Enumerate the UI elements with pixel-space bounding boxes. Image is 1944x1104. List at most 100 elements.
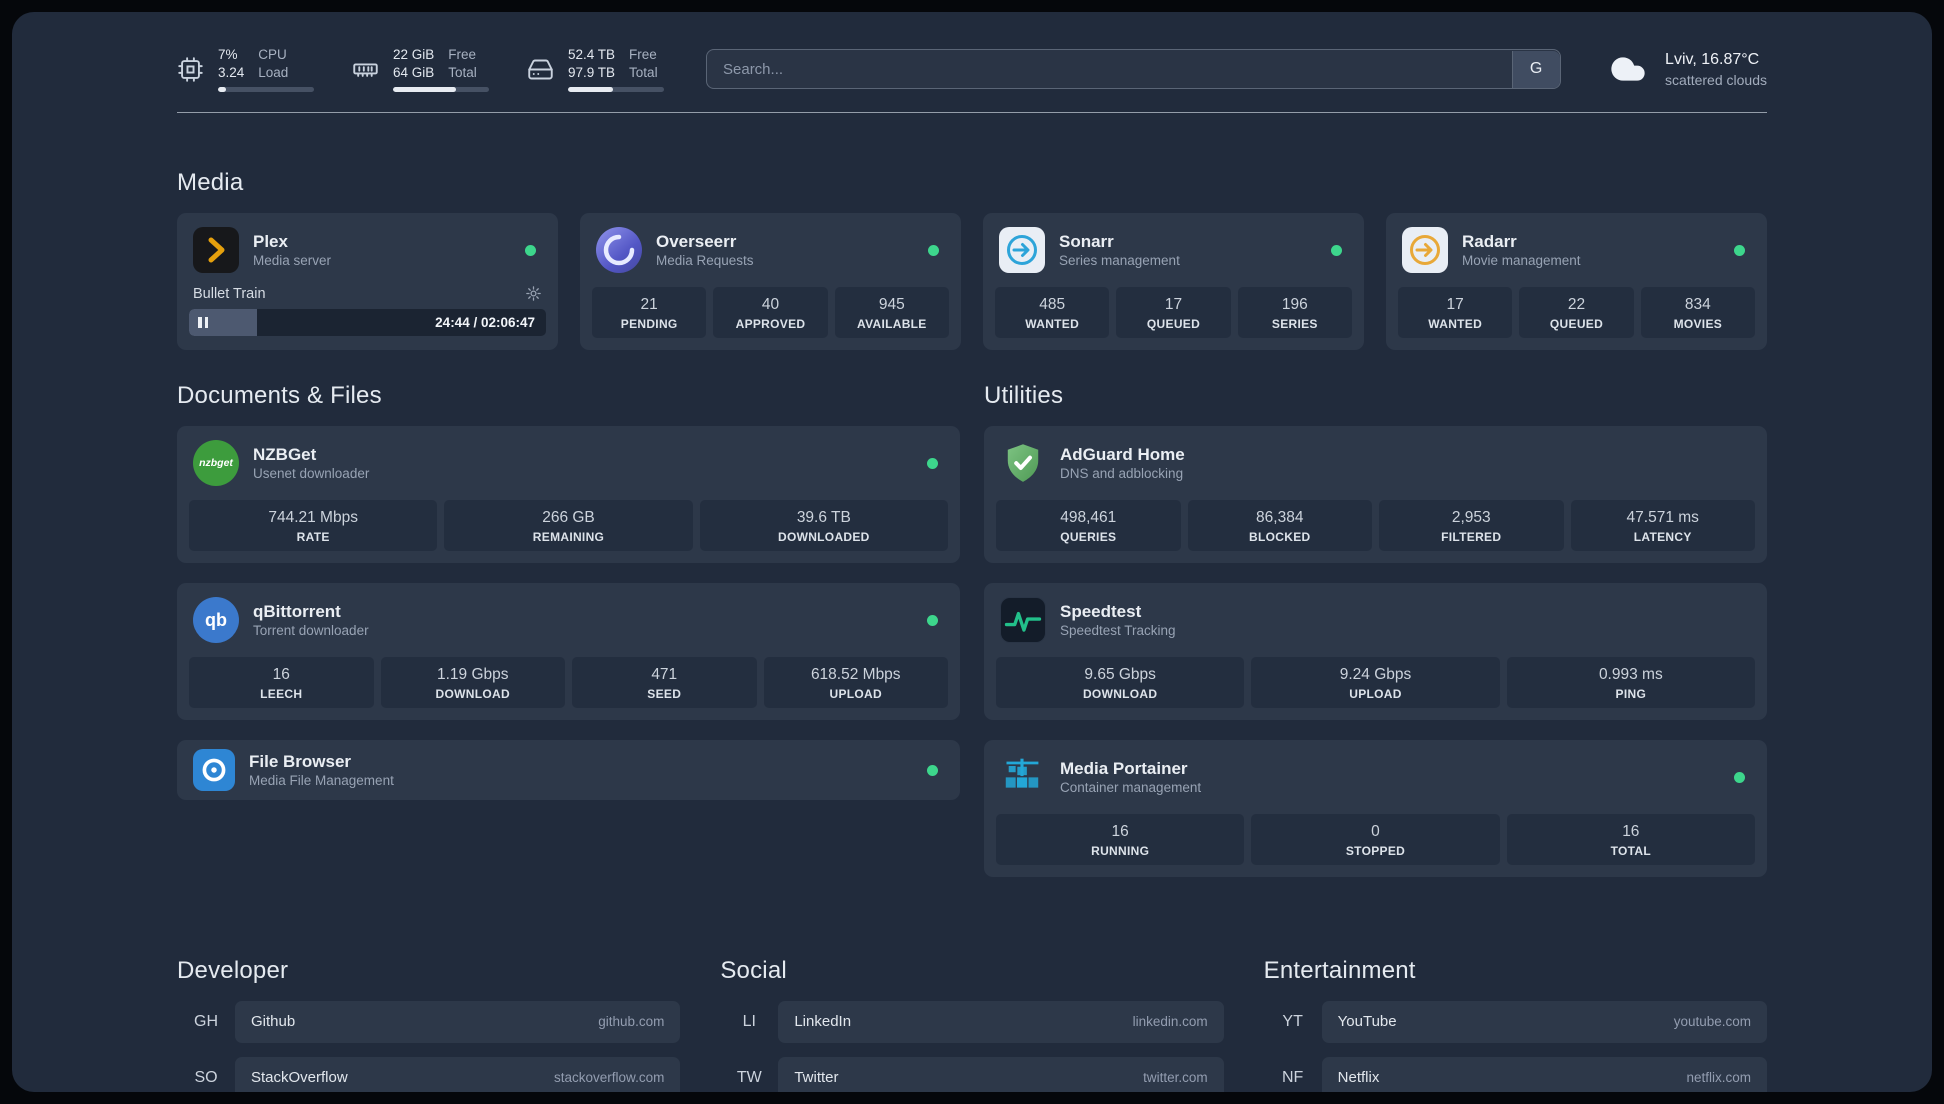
status-dot bbox=[928, 244, 939, 256]
bookmark-name: LinkedIn bbox=[794, 1013, 852, 1031]
service-title[interactable]: Sonarr bbox=[1059, 231, 1317, 252]
service-title[interactable]: File Browser bbox=[249, 751, 913, 772]
memory-progress-bar bbox=[393, 87, 489, 93]
topbar: 7% 3.24 CPU Load 22 GiB 64 GiB Free Tota… bbox=[177, 46, 1767, 93]
bookmark-columns: Developer GH Github github.com SO StackO… bbox=[177, 957, 1767, 1092]
stat-tile: 39.6 TB DOWNLOADED bbox=[699, 500, 948, 552]
bookmark-pill: Netflix netflix.com bbox=[1321, 1056, 1767, 1092]
hard-drive-icon bbox=[528, 59, 553, 80]
playback-progress-bar[interactable]: 24:44 / 02:06:47 bbox=[189, 309, 546, 337]
card-radarr[interactable]: Radarr Movie management 17 WANTED 22 QUE… bbox=[1386, 213, 1767, 351]
bookmark-netflix[interactable]: NF Netflix netflix.com bbox=[1264, 1056, 1767, 1092]
stat-tile: 16 TOTAL bbox=[1506, 814, 1755, 865]
bookmark-stackoverflow[interactable]: SO StackOverflow stackoverflow.com bbox=[177, 1056, 681, 1092]
service-title[interactable]: NZBGet bbox=[253, 444, 913, 465]
stat-tile: 17 WANTED bbox=[1398, 287, 1513, 339]
cpu-progress-bar bbox=[218, 87, 314, 93]
service-subtitle: Usenet downloader bbox=[253, 466, 370, 482]
memory-total-label: Total bbox=[448, 65, 477, 81]
social-group: Social LI LinkedIn linkedin.com TW Twitt… bbox=[720, 956, 1224, 1092]
stat-tile: 17 QUEUED bbox=[1116, 287, 1231, 339]
speedtest-icon bbox=[1000, 597, 1046, 644]
bookmark-name: Twitter bbox=[794, 1069, 839, 1087]
card-overseerr[interactable]: Overseerr Media Requests 21 PENDING 40 A… bbox=[580, 213, 961, 351]
card-plex[interactable]: Plex Media server Bullet Train 24:44 / 0… bbox=[177, 213, 558, 351]
cpu-widget: 7% 3.24 CPU Load bbox=[177, 46, 314, 93]
documents-column: Documents & Files nzbget NZBGet Usenet d… bbox=[177, 382, 960, 820]
card-filebrowser[interactable]: File Browser Media File Management bbox=[177, 740, 960, 801]
service-subtitle: Movie management bbox=[1462, 253, 1581, 269]
adguard-icon bbox=[1000, 440, 1046, 486]
bookmark-domain: twitter.com bbox=[1143, 1070, 1208, 1086]
service-title[interactable]: Radarr bbox=[1462, 231, 1720, 252]
stat-tile: 2,953 FILTERED bbox=[1379, 500, 1564, 552]
section-title-utilities: Utilities bbox=[984, 382, 1064, 410]
resource-widgets: 7% 3.24 CPU Load 22 GiB 64 GiB Free Tota… bbox=[177, 46, 664, 93]
card-adguard[interactable]: AdGuard Home DNS and adblocking 498,461 … bbox=[984, 426, 1767, 564]
card-portainer[interactable]: Media Portainer Container management 16 … bbox=[984, 740, 1767, 877]
status-dot bbox=[927, 457, 938, 469]
memory-free-label: Free bbox=[448, 47, 477, 62]
stat-tile: 9.65 Gbps DOWNLOAD bbox=[996, 657, 1245, 709]
bookmark-twitter[interactable]: TW Twitter twitter.com bbox=[720, 1056, 1224, 1092]
card-nzbget[interactable]: nzbget NZBGet Usenet downloader 744.21 M… bbox=[177, 426, 960, 564]
utilities-column: Utilities AdGuard Home DNS and adblockin… bbox=[984, 382, 1767, 897]
stat-tile: 498,461 QUERIES bbox=[996, 500, 1181, 552]
disk-free-label: Free bbox=[629, 47, 657, 62]
bookmark-abbr: LI bbox=[742, 1012, 756, 1030]
status-dot bbox=[525, 244, 536, 256]
bookmark-pill: Twitter twitter.com bbox=[778, 1056, 1224, 1092]
stat-tile: 196 SERIES bbox=[1237, 287, 1352, 339]
cpu-load-value: 3.24 bbox=[218, 65, 245, 81]
stat-tile: 21 PENDING bbox=[592, 287, 707, 339]
status-dot bbox=[927, 764, 938, 776]
weather-location: Lviv, 16.87°C bbox=[1665, 50, 1760, 68]
status-dot bbox=[1331, 244, 1342, 256]
status-dot bbox=[927, 614, 938, 626]
stat-tile: 471 SEED bbox=[572, 657, 757, 709]
cpu-icon bbox=[178, 57, 203, 82]
stat-tile: 40 APPROVED bbox=[713, 287, 828, 339]
pause-icon[interactable] bbox=[198, 309, 208, 336]
playback-time: 24:44 / 02:06:47 bbox=[435, 315, 535, 331]
service-title[interactable]: AdGuard Home bbox=[1060, 444, 1751, 465]
section-title-social: Social bbox=[720, 956, 787, 984]
bookmark-domain: youtube.com bbox=[1673, 1014, 1751, 1030]
bookmark-domain: stackoverflow.com bbox=[554, 1070, 665, 1086]
overseerr-icon bbox=[596, 227, 642, 274]
settings-gear-icon[interactable] bbox=[525, 285, 542, 302]
card-sonarr[interactable]: Sonarr Series management 485 WANTED 17 Q… bbox=[983, 213, 1364, 351]
bookmark-abbr: GH bbox=[194, 1012, 218, 1030]
media-card-grid: Plex Media server Bullet Train 24:44 / 0… bbox=[177, 213, 1767, 351]
bookmark-abbr: YT bbox=[1282, 1012, 1303, 1030]
now-playing-title: Bullet Train bbox=[193, 285, 266, 302]
bookmark-youtube[interactable]: YT YouTube youtube.com bbox=[1264, 1000, 1767, 1043]
service-subtitle: Torrent downloader bbox=[253, 623, 369, 639]
search-input[interactable] bbox=[706, 49, 1562, 90]
stat-tile: 0 STOPPED bbox=[1251, 814, 1500, 865]
search-provider-button[interactable]: G bbox=[1511, 50, 1560, 88]
bookmark-linkedin[interactable]: LI LinkedIn linkedin.com bbox=[720, 1000, 1224, 1043]
developer-group: Developer GH Github github.com SO StackO… bbox=[177, 957, 681, 1092]
card-qbittorrent[interactable]: qb qBittorrent Torrent downloader 16 LEE… bbox=[177, 583, 960, 721]
bookmark-github[interactable]: GH Github github.com bbox=[177, 1000, 681, 1043]
bookmark-abbr: SO bbox=[194, 1068, 218, 1086]
dashboard: 7% 3.24 CPU Load 22 GiB 64 GiB Free Tota… bbox=[12, 12, 1932, 1092]
bookmark-domain: github.com bbox=[598, 1014, 665, 1030]
search-bar: G bbox=[706, 49, 1562, 90]
status-dot bbox=[1734, 244, 1745, 256]
stat-tile: 0.993 ms PING bbox=[1506, 657, 1755, 709]
service-title[interactable]: Speedtest bbox=[1060, 601, 1751, 622]
plex-icon bbox=[193, 227, 239, 274]
disk-free-value: 52.4 TB bbox=[568, 47, 616, 62]
card-speedtest[interactable]: Speedtest Speedtest Tracking 9.65 Gbps D… bbox=[984, 583, 1767, 721]
stat-tile: 16 LEECH bbox=[189, 657, 374, 709]
stat-tile: 744.21 Mbps RATE bbox=[189, 500, 438, 552]
service-title[interactable]: Plex bbox=[253, 231, 511, 252]
service-title[interactable]: Overseerr bbox=[656, 231, 914, 252]
service-title[interactable]: qBittorrent bbox=[253, 601, 913, 622]
service-title[interactable]: Media Portainer bbox=[1060, 758, 1720, 779]
qbittorrent-icon: qb bbox=[193, 597, 239, 644]
portainer-icon bbox=[1000, 754, 1046, 800]
bookmark-pill: Github github.com bbox=[235, 1000, 681, 1043]
